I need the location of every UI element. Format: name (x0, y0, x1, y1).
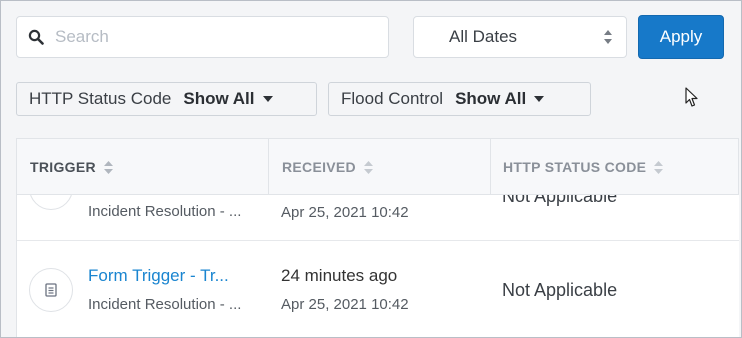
search-input[interactable] (53, 26, 357, 48)
sort-arrows-icon (103, 160, 113, 174)
sort-arrows-icon (363, 160, 373, 174)
date-range-select[interactable]: All Dates (413, 16, 627, 58)
received-date: Apr 25, 2021 10:42 (281, 204, 409, 221)
http-status-value: Not Applicable (502, 280, 618, 300)
sort-arrows-icon (654, 160, 664, 174)
date-range-value: All Dates (449, 27, 518, 46)
log-table: TRIGGER RECEIVED HTTP STATUS CODE Incide… (16, 138, 739, 337)
table-row[interactable]: Form Trigger - Tr... Incident Resolution… (17, 241, 739, 337)
flood-control-filter-label: Flood Control (341, 89, 444, 108)
column-header-http-status-code[interactable]: HTTP STATUS CODE (491, 139, 739, 195)
search-icon (28, 29, 44, 45)
flood-control-filter-value: Show All (455, 89, 527, 108)
trigger-subtitle: Incident Resolution - ... (88, 296, 242, 313)
received-date: Apr 25, 2021 10:42 (281, 296, 409, 313)
column-header-received[interactable]: RECEIVED (269, 139, 491, 195)
table-header: TRIGGER RECEIVED HTTP STATUS CODE (17, 139, 739, 195)
trigger-link[interactable]: Form Trigger - Tr... (88, 266, 229, 286)
mouse-cursor-icon (685, 87, 698, 107)
http-status-filter[interactable]: HTTP Status Code Show All (16, 82, 317, 116)
caret-down-icon (262, 96, 273, 102)
apply-button[interactable]: Apply (638, 15, 724, 59)
http-status-filter-value: Show All (183, 89, 255, 108)
column-header-label: RECEIVED (282, 159, 356, 175)
document-icon (29, 268, 73, 312)
received-relative: 24 minutes ago (281, 266, 398, 285)
sort-arrows-icon (604, 30, 612, 44)
trigger-subtitle: Incident Resolution - ... (88, 203, 242, 220)
flood-control-filter[interactable]: Flood Control Show All (328, 82, 591, 116)
column-header-trigger[interactable]: TRIGGER (17, 139, 269, 195)
http-status-filter-label: HTTP Status Code (29, 89, 172, 108)
caret-down-icon (534, 96, 545, 102)
column-header-label: TRIGGER (30, 159, 96, 175)
column-header-label: HTTP STATUS CODE (503, 159, 647, 175)
webhook-log-panel: All Dates Apply HTTP Status Code Show Al… (0, 0, 742, 338)
search-box[interactable] (16, 16, 389, 58)
